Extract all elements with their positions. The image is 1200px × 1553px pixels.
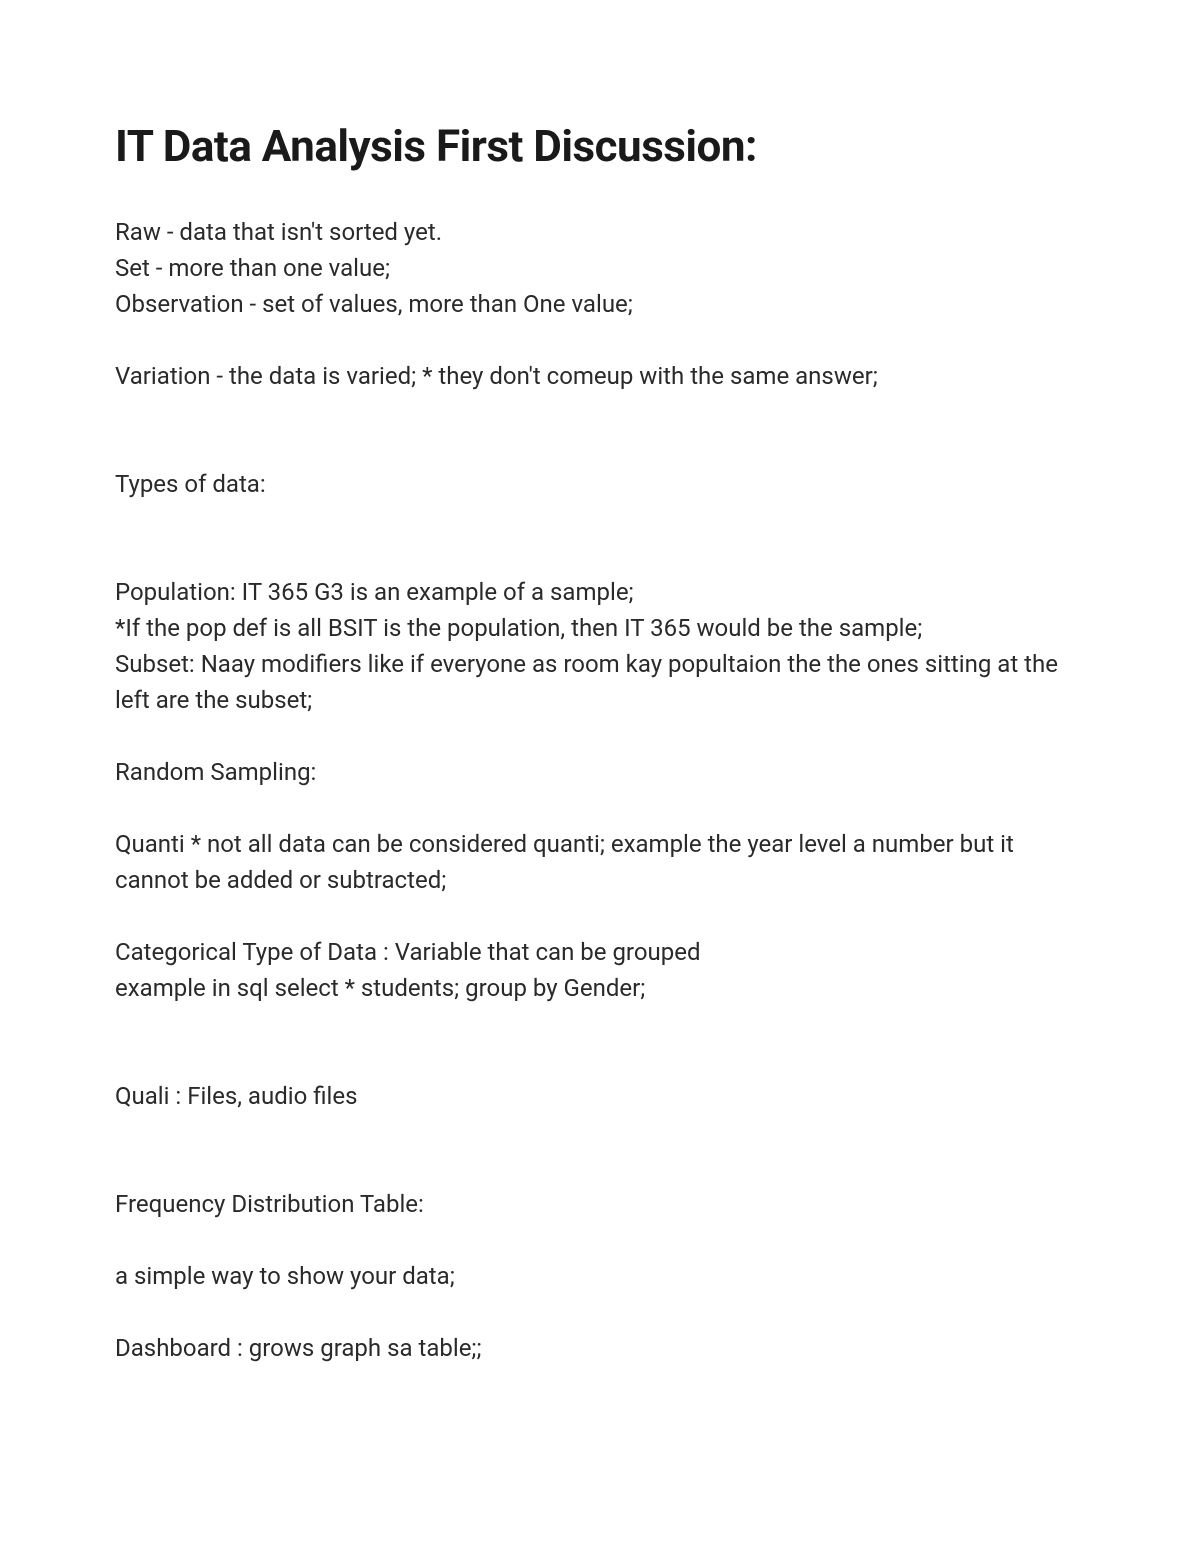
body-text: Population: IT 365 G3 is an example of a…: [115, 574, 1085, 610]
blank-line: [115, 790, 1085, 826]
body-text: Categorical Type of Data : Variable that…: [115, 934, 1085, 970]
body-text: Variation - the data is varied; * they d…: [115, 358, 1085, 394]
body-text: Types of data:: [115, 466, 1085, 502]
blank-line: [115, 322, 1085, 358]
blank-line: [115, 1114, 1085, 1186]
blank-line: [115, 394, 1085, 466]
blank-line: [115, 1006, 1085, 1078]
blank-line: [115, 898, 1085, 934]
body-text: Set - more than one value;: [115, 250, 1085, 286]
body-text: Observation - set of values, more than O…: [115, 286, 1085, 322]
body-text: *If the pop def is all BSIT is the popul…: [115, 610, 1085, 646]
body-text: Dashboard : grows graph sa table;;: [115, 1330, 1085, 1366]
body-text: Quali : Files, audio files: [115, 1078, 1085, 1114]
body-text: Quanti * not all data can be considered …: [115, 826, 1085, 898]
body-text: Raw - data that isn't sorted yet.: [115, 214, 1085, 250]
body-text: Random Sampling:: [115, 754, 1085, 790]
page-title: IT Data Analysis First Discussion:: [115, 120, 1085, 172]
blank-line: [115, 718, 1085, 754]
body-text: a simple way to show your data;: [115, 1258, 1085, 1294]
body-text: example in sql select * students; group …: [115, 970, 1085, 1006]
blank-line: [115, 502, 1085, 574]
blank-line: [115, 1294, 1085, 1330]
body-text: Frequency Distribution Table:: [115, 1186, 1085, 1222]
blank-line: [115, 1222, 1085, 1258]
body-text: Subset: Naay modifiers like if everyone …: [115, 646, 1085, 718]
